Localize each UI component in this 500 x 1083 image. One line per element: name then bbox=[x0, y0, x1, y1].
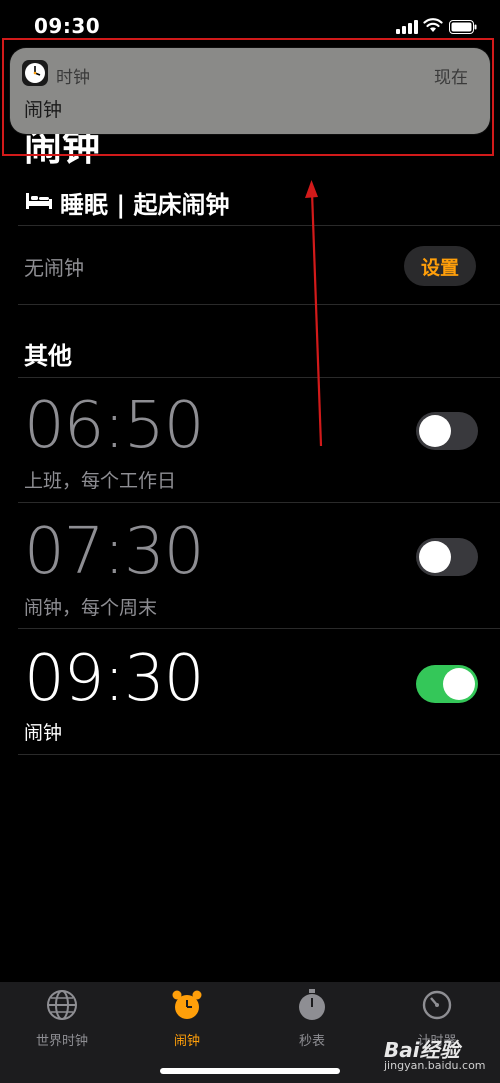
stopwatch-icon bbox=[299, 989, 325, 1020]
tab-alarm[interactable]: 闹钟 bbox=[137, 988, 237, 1049]
set-sleep-alarm-button[interactable]: 设置 bbox=[404, 246, 476, 286]
toggle-knob bbox=[419, 415, 451, 447]
tab-label: 秒表 bbox=[298, 1034, 325, 1049]
no-alarm-label: 无闹钟 bbox=[24, 256, 84, 280]
status-bar-time: 09:30 bbox=[34, 14, 101, 38]
divider bbox=[18, 225, 500, 226]
divider bbox=[18, 754, 500, 755]
tab-world-clock[interactable]: 世界时钟 bbox=[12, 988, 112, 1049]
watermark-url: jingyan.baidu.com bbox=[384, 1059, 486, 1072]
annotation-highlight-box bbox=[2, 38, 494, 156]
tab-label: 闹钟 bbox=[173, 1034, 200, 1049]
toggle-knob bbox=[443, 668, 475, 700]
sleep-section-title: 睡眠 | 起床闹钟 bbox=[60, 191, 230, 219]
battery-icon bbox=[449, 20, 477, 34]
timer-icon bbox=[422, 990, 452, 1020]
divider bbox=[18, 628, 500, 629]
divider bbox=[18, 502, 500, 503]
alarm-label: 上班，每个工作日 bbox=[24, 470, 177, 492]
tab-stopwatch[interactable]: 秒表 bbox=[262, 988, 362, 1049]
alarm-clock-icon bbox=[172, 990, 202, 1019]
alarm-toggle[interactable] bbox=[416, 665, 478, 703]
cellular-signal-icon bbox=[396, 20, 418, 34]
alarm-time[interactable]: 06:50 bbox=[24, 394, 204, 458]
divider bbox=[18, 377, 500, 378]
alarm-time[interactable]: 09:30 bbox=[24, 647, 204, 711]
alarm-toggle[interactable] bbox=[416, 412, 478, 450]
alarm-time[interactable]: 07:30 bbox=[24, 520, 204, 584]
home-indicator[interactable] bbox=[160, 1068, 340, 1074]
divider bbox=[18, 304, 500, 305]
alarm-label: 闹钟 bbox=[24, 722, 63, 744]
globe-icon bbox=[47, 990, 77, 1020]
tab-label: 世界时钟 bbox=[35, 1034, 88, 1049]
other-section-title: 其他 bbox=[24, 342, 72, 370]
alarm-label: 闹钟，每个周末 bbox=[24, 597, 158, 619]
bed-icon bbox=[26, 193, 52, 209]
toggle-knob bbox=[419, 541, 451, 573]
wifi-icon bbox=[423, 18, 443, 32]
alarm-toggle[interactable] bbox=[416, 538, 478, 576]
annotation-arrow bbox=[305, 180, 323, 447]
